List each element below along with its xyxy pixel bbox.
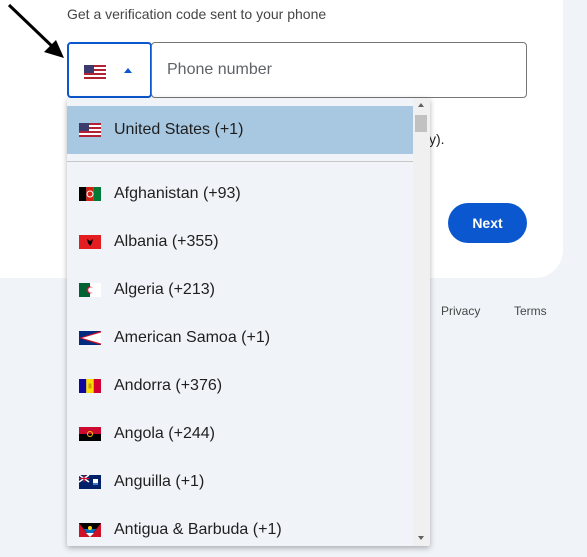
partially-hidden-text: y). (429, 131, 445, 147)
angola-flag-icon (79, 427, 101, 441)
terms-link[interactable]: Terms (514, 304, 547, 318)
country-option-anguilla[interactable]: Anguilla (+1) (67, 458, 413, 506)
country-label: Anguilla (+1) (114, 473, 205, 490)
next-button[interactable]: Next (448, 203, 527, 243)
country-label: American Samoa (+1) (114, 329, 271, 346)
country-list: United States (+1) Afghanistan (+93) Alb… (67, 98, 413, 546)
country-label: Angola (+244) (114, 425, 215, 442)
caret-up-icon (124, 68, 132, 73)
country-label: Antigua & Barbuda (+1) (114, 521, 282, 538)
country-label: Albania (+355) (114, 233, 219, 250)
verification-subtitle: Get a verification code sent to your pho… (67, 6, 327, 22)
us-flag-icon (79, 123, 101, 137)
afghanistan-flag-icon (79, 187, 101, 201)
country-label: United States (+1) (114, 121, 244, 138)
anguilla-flag-icon (79, 475, 101, 489)
list-divider (67, 161, 413, 162)
country-label: Andorra (+376) (114, 377, 223, 394)
country-dropdown[interactable]: United States (+1) Afghanistan (+93) Alb… (67, 98, 430, 546)
country-option-angola[interactable]: Angola (+244) (67, 410, 413, 458)
phone-number-input[interactable] (151, 42, 527, 98)
andorra-flag-icon (79, 379, 101, 393)
algeria-flag-icon (79, 283, 101, 297)
us-flag-icon (84, 65, 106, 79)
country-option-algeria[interactable]: Algeria (+213) (67, 266, 413, 314)
country-label: Algeria (+213) (114, 281, 215, 298)
country-option-american-samoa[interactable]: American Samoa (+1) (67, 314, 413, 362)
dropdown-scrollbar[interactable] (413, 98, 430, 546)
american-samoa-flag-icon (79, 331, 101, 345)
country-option-andorra[interactable]: Andorra (+376) (67, 362, 413, 410)
country-option-antigua-barbuda[interactable]: Antigua & Barbuda (+1) (67, 506, 413, 546)
country-option-united-states[interactable]: United States (+1) (67, 106, 413, 154)
albania-flag-icon (79, 235, 101, 249)
scroll-down-arrow-icon[interactable] (418, 536, 424, 540)
antigua-barbuda-flag-icon (79, 523, 101, 537)
country-option-afghanistan[interactable]: Afghanistan (+93) (67, 170, 413, 218)
country-option-albania[interactable]: Albania (+355) (67, 218, 413, 266)
country-code-selector[interactable] (67, 42, 152, 98)
scroll-up-arrow-icon[interactable] (418, 103, 424, 107)
privacy-link[interactable]: Privacy (441, 304, 480, 318)
scroll-thumb[interactable] (415, 115, 427, 132)
country-label: Afghanistan (+93) (114, 185, 241, 202)
